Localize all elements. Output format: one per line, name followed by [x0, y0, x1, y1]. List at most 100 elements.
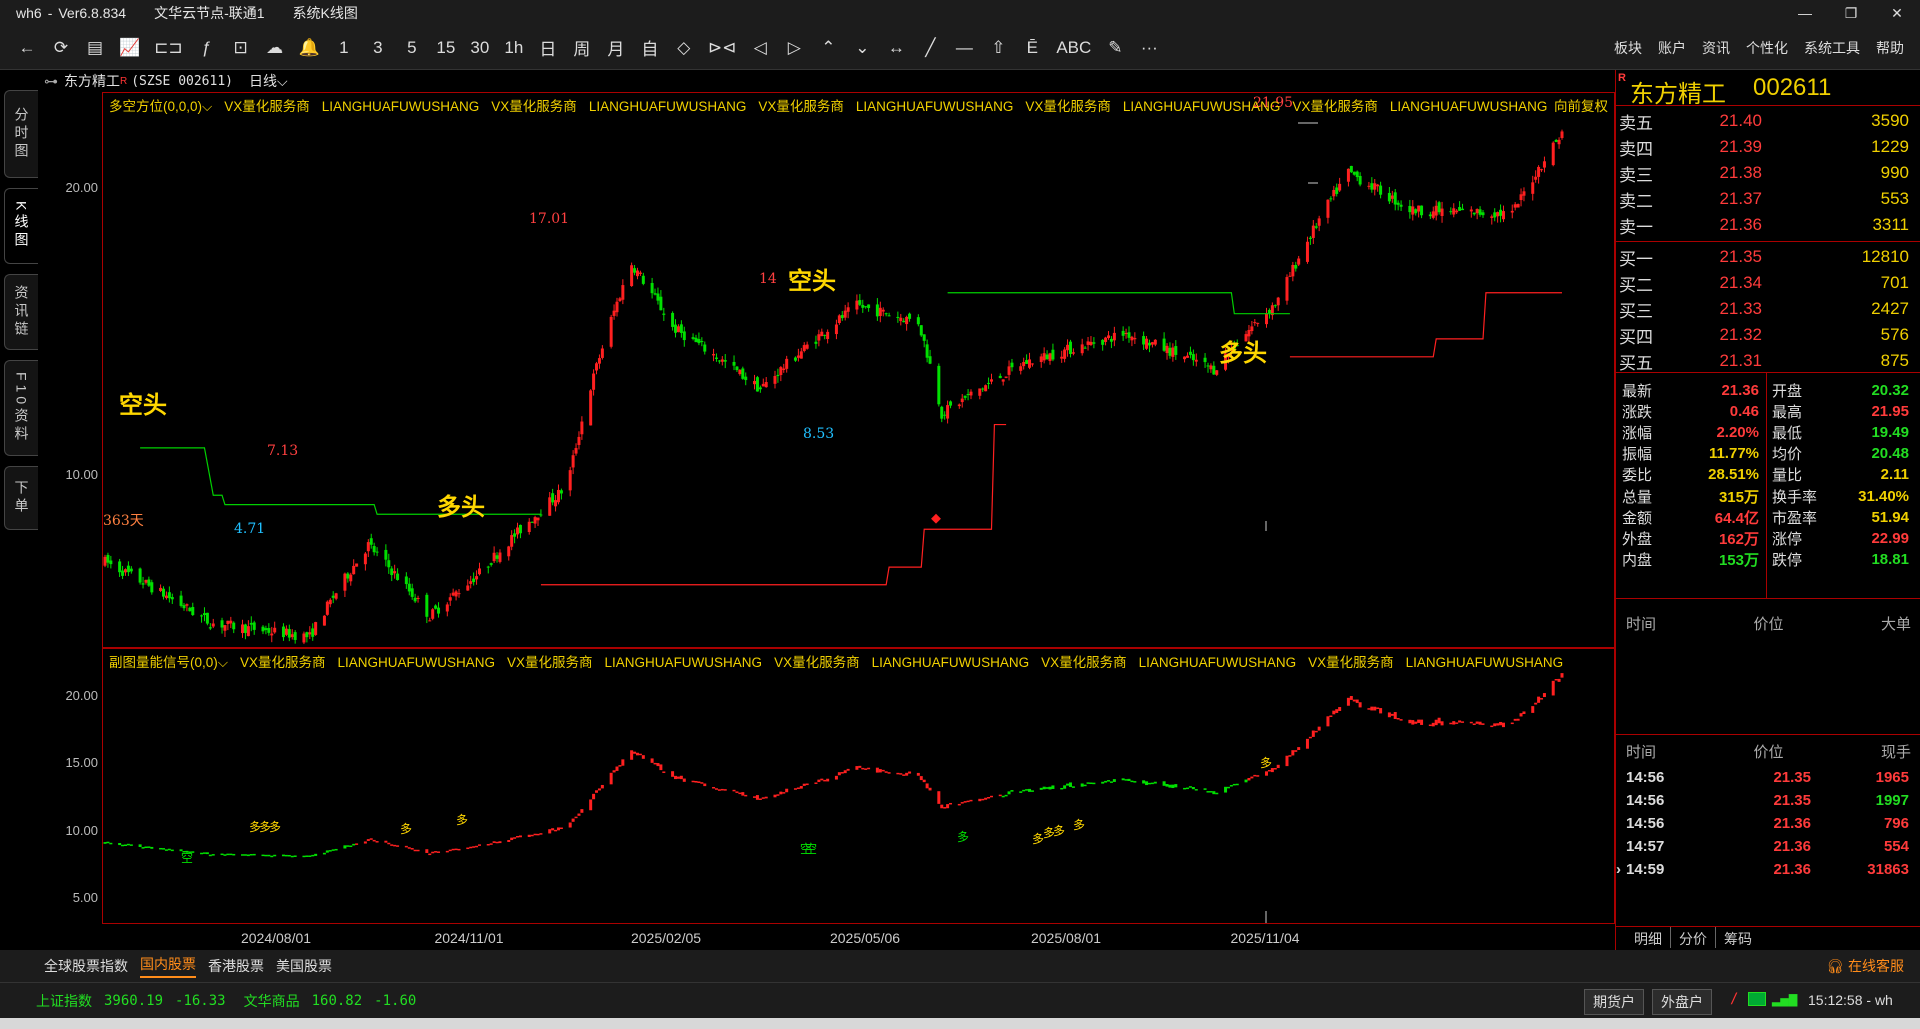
tab-order[interactable]: 下单	[4, 466, 38, 530]
period-1h[interactable]: 1h	[497, 26, 531, 70]
line-chart-icon[interactable]: 📈	[112, 26, 147, 70]
compress-icon[interactable]: ⊳⊲	[701, 26, 744, 70]
bid-row[interactable]: 买二 21.34 701	[1619, 270, 1919, 296]
cloud-icon[interactable]: ☁	[258, 26, 292, 70]
bid-row[interactable]: 买一 21.35 12810	[1619, 244, 1919, 270]
signal-bar	[858, 765, 862, 768]
bid-row[interactable]: 买三 21.33 2427	[1619, 296, 1919, 322]
candle-body	[676, 326, 680, 333]
tab-detail[interactable]: 明细	[1626, 927, 1671, 948]
signal-bar	[568, 822, 572, 828]
back-icon[interactable]: ←	[10, 26, 44, 70]
hline-icon[interactable]: —	[947, 26, 981, 70]
signal-bar	[325, 850, 329, 853]
tab-kline[interactable]: K线图	[4, 188, 38, 264]
tab-global-index[interactable]: 全球股票指数	[44, 956, 128, 976]
signal-bar	[293, 855, 297, 857]
tab-f10[interactable]: F10资料	[4, 360, 38, 456]
menu-item-3[interactable]: 个性化	[1746, 38, 1788, 58]
menu-item-1[interactable]: 账户	[1658, 38, 1686, 58]
x-tick-label: 2025/05/06	[829, 930, 901, 946]
period-custom[interactable]: 自	[633, 26, 667, 70]
move-icon[interactable]: ↔	[879, 26, 913, 70]
ask-row[interactable]: 卖四 21.39 1229	[1619, 134, 1919, 160]
foreign-account-button[interactable]: 外盘户	[1652, 989, 1712, 1015]
menu-lines-icon[interactable]: ⊶	[44, 73, 58, 90]
signal-bar	[1165, 784, 1169, 787]
ask-label: 卖五	[1619, 113, 1653, 133]
candle-body	[966, 394, 970, 396]
arrow-up-icon[interactable]: ⇧	[981, 26, 1015, 70]
candle-body	[1276, 297, 1280, 306]
quote-icon[interactable]: ⊡	[224, 26, 258, 70]
zoom-out-icon[interactable]: ⌄	[845, 26, 879, 70]
zoom-in-icon[interactable]: ⌃	[811, 26, 845, 70]
signal-bar	[867, 767, 871, 770]
minimize-icon[interactable]: —	[1782, 0, 1828, 26]
table-icon[interactable]: ▤	[78, 26, 112, 70]
tab-chips[interactable]: 筹码	[1716, 927, 1760, 948]
trend-line-icon[interactable]: ╱	[913, 26, 947, 70]
more-icon[interactable]: ···	[1132, 26, 1166, 70]
ask-row[interactable]: 卖五 21.40 3590	[1619, 108, 1919, 134]
prev-icon[interactable]: ◁	[743, 26, 777, 70]
tab-hk-stock[interactable]: 香港股票	[208, 956, 264, 976]
period-day[interactable]: 日	[531, 26, 565, 70]
sub-indicator-name[interactable]: 副图量能信号(0,0)	[109, 655, 218, 670]
signal-bar	[925, 783, 929, 789]
formula-icon[interactable]: ƒ	[190, 26, 224, 70]
period-3[interactable]: 3	[361, 26, 395, 70]
period-30[interactable]: 30	[463, 26, 497, 70]
refresh-icon[interactable]: ⟳	[44, 26, 78, 70]
next-icon[interactable]: ▷	[777, 26, 811, 70]
restore-icon[interactable]: ❐	[1828, 0, 1874, 26]
period-month[interactable]: 月	[599, 26, 633, 70]
alert-icon[interactable]: 🔔	[292, 26, 327, 70]
candle-body	[393, 571, 397, 574]
candle-body	[881, 309, 885, 312]
kline-icon[interactable]: ⊏⊐	[147, 26, 190, 70]
bid-row[interactable]: 买四 21.32 576	[1619, 322, 1919, 348]
signal-bar	[592, 793, 596, 800]
tab-domestic-stock[interactable]: 国内股票	[140, 954, 196, 978]
signal-bar	[1472, 723, 1476, 726]
text-icon[interactable]: ABC	[1049, 26, 1098, 70]
pen-icon[interactable]: ✎	[1098, 26, 1132, 70]
ask-row[interactable]: 卖三 21.38 990	[1619, 160, 1919, 186]
signal-bar	[1434, 719, 1438, 726]
menu-item-2[interactable]: 资讯	[1702, 38, 1730, 58]
period-5[interactable]: 5	[395, 26, 429, 70]
period-1[interactable]: 1	[327, 26, 361, 70]
candle-body	[554, 500, 558, 507]
tab-time-chart[interactable]: 分时图	[4, 90, 38, 178]
diamond-icon[interactable]: ◇	[667, 26, 701, 70]
menu-item-4[interactable]: 系统工具	[1804, 38, 1860, 58]
signal-bar	[1428, 724, 1432, 727]
tab-price-split[interactable]: 分价	[1671, 927, 1716, 948]
online-service-button[interactable]: 🎧︎ 在线客服	[1826, 956, 1904, 976]
period-week[interactable]: 周	[565, 26, 599, 70]
keyboard-icon[interactable]	[1748, 992, 1766, 1006]
adjust-mode[interactable]: 向前复权	[1554, 95, 1608, 115]
candle-body	[1142, 336, 1146, 345]
period-select[interactable]: 日线⌵	[249, 71, 288, 91]
candle-body	[1042, 353, 1046, 361]
main-indicator-name[interactable]: 多空方位(0,0,0)	[109, 99, 202, 114]
main-chart-panel[interactable]: 空头 多头 空头 多头 17.01 7.13 4.71 14 8.53 21.95 363天 多空方…	[102, 92, 1615, 648]
view-name: 系统K线图	[292, 5, 358, 21]
ask-row[interactable]: 卖一 21.36 3311	[1619, 212, 1919, 238]
signal-bar	[595, 790, 599, 793]
period-15[interactable]: 15	[429, 26, 463, 70]
tab-us-stock[interactable]: 美国股票	[276, 956, 332, 976]
close-icon[interactable]: ✕	[1874, 0, 1920, 26]
bid-row[interactable]: 买五 21.31 875	[1619, 348, 1919, 374]
tab-news-chain[interactable]: 资讯链	[4, 274, 38, 350]
signal-mark: 多	[1260, 756, 1272, 770]
ask-row[interactable]: 卖二 21.37 553	[1619, 186, 1919, 212]
menu-item-0[interactable]: 板块	[1614, 38, 1642, 58]
menu-item-5[interactable]: 帮助	[1876, 38, 1904, 58]
fib-icon[interactable]: Ē	[1015, 26, 1049, 70]
sub-chart-panel[interactable]: 空多多多多多空空多多多多多多 副图量能信号(0,0)⌵ VX量化服务商 LIANGH…	[102, 648, 1615, 924]
candle-body	[840, 315, 844, 319]
futures-account-button[interactable]: 期货户	[1584, 989, 1644, 1015]
